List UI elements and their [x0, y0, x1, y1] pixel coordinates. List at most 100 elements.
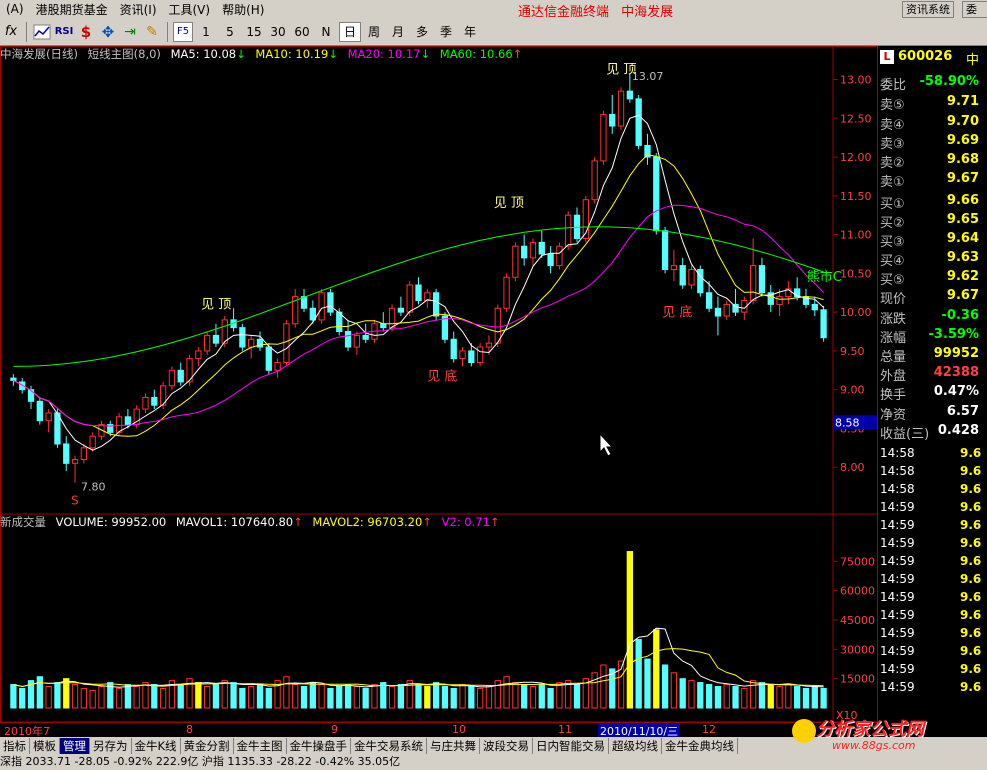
volume-bar [248, 685, 255, 709]
status-bar: 深指 2033.71 -28.05 -0.92% 222.9亿 沪指 1135.… [0, 754, 987, 770]
date-label: 10 [452, 723, 466, 736]
candle-body [283, 323, 290, 364]
bottom-signal-label: 见 底 [662, 304, 692, 320]
tab-金牛金典均线[interactable]: 金牛金典均线 [662, 737, 739, 754]
price-tick-label: 10.50 [840, 267, 872, 280]
tab-金牛主图[interactable]: 金牛主图 [234, 737, 287, 754]
tab-波段交易[interactable]: 波段交易 [480, 737, 534, 754]
period-15min[interactable]: 15 [243, 22, 265, 42]
period-year[interactable]: 年 [459, 22, 481, 42]
tick-price: 9.6 [960, 662, 982, 676]
rsi-icon[interactable]: RSI [54, 22, 74, 42]
pencil-icon[interactable]: ✎ [142, 22, 162, 42]
date-axis: 2010年7 8 9 10 11 2010/11/10/三 12 [0, 723, 833, 739]
volume-bar [776, 685, 783, 709]
candle-body [556, 245, 563, 267]
quote-value: 9.69 [946, 133, 979, 148]
volume-bar [529, 685, 537, 709]
volume-bar [204, 685, 211, 709]
candle-body [459, 350, 466, 360]
volume-bar [468, 685, 475, 709]
candle-body [406, 284, 413, 313]
arrow-down-icon: ↓ [328, 47, 338, 61]
kline-chart[interactable]: 13.00 12.50 12.00 11.50 11.00 10.50 10.00 9.50 9… [0, 46, 878, 723]
volume-bar [256, 684, 264, 709]
menu-item-info[interactable]: 资讯(I) [114, 1, 163, 18]
candle-body [27, 389, 35, 402]
export-icon[interactable]: ⇥ [120, 22, 140, 42]
menu-item-tools[interactable]: 工具(V) [163, 1, 217, 18]
period-multi[interactable]: 多 [411, 22, 433, 42]
tick-price: 9.6 [960, 572, 982, 586]
tab-金牛K线[interactable]: 金牛K线 [132, 737, 181, 754]
quote-label: 现价 [880, 292, 907, 307]
quote-label: 换手 [880, 388, 907, 403]
volume-bar [485, 685, 493, 709]
tab-超级均线[interactable]: 超级均线 [609, 737, 663, 754]
candle-body [432, 292, 440, 317]
tick-row: 14:59 9.6 [880, 626, 987, 644]
indicator-name[interactable]: 短线主图(8,0) [88, 47, 161, 61]
period-day[interactable]: 日 [339, 21, 361, 42]
candle-body [468, 350, 475, 364]
candle-body [529, 241, 537, 259]
f5-button[interactable]: F5 [173, 21, 193, 42]
price-tick-label: 13.00 [840, 74, 872, 87]
line-chart-icon[interactable] [32, 22, 52, 42]
candle-body [758, 265, 766, 294]
volume-bar [705, 684, 713, 709]
info-system-button[interactable]: 资讯系统 [902, 1, 954, 18]
period-30min[interactable]: 30 [267, 22, 289, 42]
quote-row: 收益(三) 0.428 [878, 423, 987, 442]
tab-指标[interactable]: 指标 [0, 737, 30, 754]
price-tick-label: 8.00 [840, 461, 865, 474]
tab-金牛交易系统[interactable]: 金牛交易系统 [351, 737, 428, 754]
period-n[interactable]: N [315, 22, 337, 42]
menu-item-hk[interactable]: 港股期货基金 [30, 1, 114, 18]
volume-bar [265, 687, 272, 709]
volume-bar [159, 687, 167, 709]
tick-price: 9.6 [960, 464, 982, 478]
tick-row: 14:59 9.6 [880, 644, 987, 662]
tab-与庄共舞[interactable]: 与庄共舞 [427, 737, 481, 754]
volume-bar [512, 682, 519, 709]
fx-icon[interactable]: fx [1, 22, 21, 42]
quote-value: 9.67 [946, 288, 979, 303]
volume-indicator-name[interactable]: 新成交量 [0, 515, 46, 529]
volume-bar [741, 687, 748, 709]
volume-label: VOLUME: 99952.00 [55, 515, 167, 529]
tab-日内智能交易[interactable]: 日内智能交易 [533, 737, 610, 754]
volume-bar [811, 685, 818, 709]
candle-body [248, 338, 255, 348]
tab-另存为[interactable]: 另存为 [90, 737, 132, 754]
dollar-icon[interactable]: $ [76, 22, 96, 42]
menu-item-help[interactable]: 帮助(H) [216, 1, 270, 18]
quote-label: 买④ [880, 254, 905, 269]
tab-金牛操盘手[interactable]: 金牛操盘手 [287, 737, 352, 754]
l-badge-icon: L [880, 50, 894, 64]
period-month[interactable]: 月 [387, 22, 409, 42]
volume-bar [292, 684, 299, 709]
volume-bar [635, 639, 642, 709]
quote-value: 9.68 [946, 152, 979, 167]
volume-bar [388, 685, 396, 709]
mavol2-line [13, 648, 824, 688]
period-1min[interactable]: 1 [195, 22, 217, 42]
tab-黄金分割[interactable]: 黄金分割 [181, 737, 234, 754]
tab-管理[interactable]: 管理 [60, 737, 90, 754]
candle-body [36, 400, 43, 422]
move-icon[interactable]: ✥ [98, 22, 118, 42]
chart-header: 中海发展(日线) 短线主图(8,0) MA5: 10.08↓ MA10: 10.… [0, 46, 528, 62]
volume-bar [732, 685, 739, 709]
period-5min[interactable]: 5 [219, 22, 241, 42]
candle-body [115, 416, 123, 433]
chart-frame [0, 46, 878, 723]
quote-row: 买⑤ 9.62 [878, 269, 987, 288]
period-60min[interactable]: 60 [291, 22, 313, 42]
menu-item-a[interactable]: (A) [0, 2, 30, 16]
trade-button[interactable]: 委托 [962, 1, 987, 18]
period-quarter[interactable]: 季 [435, 22, 457, 42]
tab-模板[interactable]: 模板 [30, 737, 60, 754]
period-week[interactable]: 周 [363, 22, 385, 42]
volume-bar [397, 684, 405, 709]
